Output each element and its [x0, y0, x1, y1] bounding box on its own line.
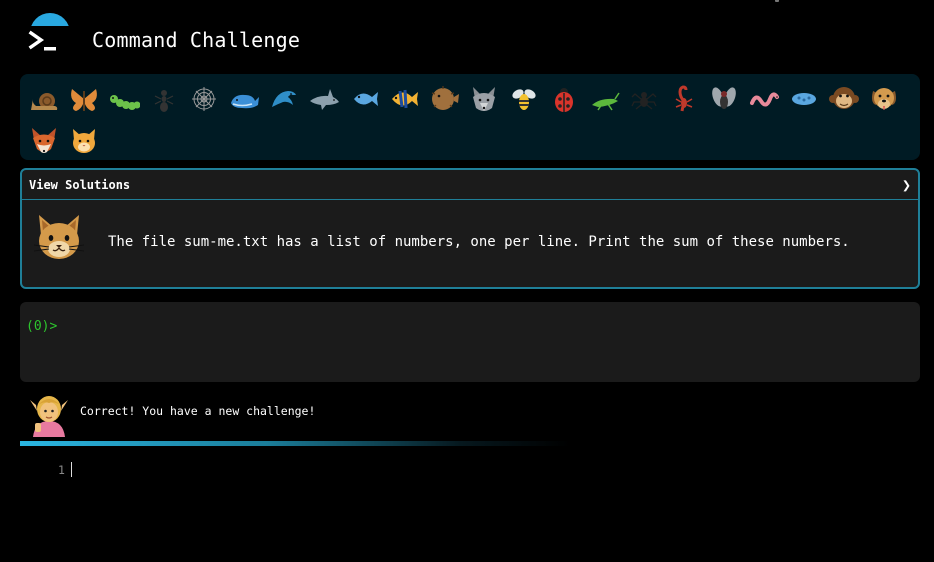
shark-icon[interactable]	[304, 78, 344, 120]
scorpion-icon[interactable]	[664, 78, 704, 120]
cricket-icon[interactable]	[584, 78, 624, 120]
snail-icon[interactable]	[24, 78, 64, 120]
cat-icon	[30, 209, 88, 267]
view-solutions-label: View Solutions	[29, 177, 131, 192]
challenge-description: The file sum-me.txt has a list of number…	[108, 234, 850, 250]
cat-icon[interactable]	[64, 120, 104, 162]
command-challenge-page: Command Challenge View Solutions ❯ The f…	[0, 0, 934, 562]
spider-icon[interactable]	[624, 78, 664, 120]
progress-bar	[20, 441, 570, 446]
fox-icon[interactable]	[24, 120, 64, 162]
dog-icon[interactable]	[864, 78, 904, 120]
chevron-right-icon[interactable]: ❯	[902, 176, 911, 194]
spider-web-icon[interactable]	[184, 78, 224, 120]
terminal-icon	[27, 26, 71, 62]
challenge-card: View Solutions ❯ The file sum-me.txt has…	[20, 168, 920, 289]
wolf-icon[interactable]	[464, 78, 504, 120]
elf-icon	[26, 391, 72, 437]
worm-icon[interactable]	[744, 78, 784, 120]
tropical-fish-icon[interactable]	[384, 78, 424, 120]
whale-icon[interactable]	[224, 78, 264, 120]
terminal-prompt: (0)>	[26, 319, 58, 334]
microbe-icon[interactable]	[784, 78, 824, 120]
feedback-message: Correct! You have a new challenge!	[80, 404, 316, 418]
page-title: Command Challenge	[92, 28, 301, 52]
animal-selector-bar	[20, 74, 920, 160]
fly-icon[interactable]	[704, 78, 744, 120]
terminal-input[interactable]: (0)>	[20, 302, 920, 382]
bee-icon[interactable]	[504, 78, 544, 120]
ladybug-icon[interactable]	[544, 78, 584, 120]
butterfly-icon[interactable]	[64, 78, 104, 120]
dolphin-icon[interactable]	[264, 78, 304, 120]
editor-line-number: 1	[58, 463, 65, 477]
view-solutions-toggle[interactable]: View Solutions ❯	[22, 170, 918, 200]
fish-icon[interactable]	[344, 78, 384, 120]
challenge-body: The file sum-me.txt has a list of number…	[22, 200, 918, 287]
editor-cursor[interactable]	[71, 462, 72, 477]
monkey-icon[interactable]	[824, 78, 864, 120]
blowfish-icon[interactable]	[424, 78, 464, 120]
top-indicator	[775, 0, 779, 2]
ant-icon[interactable]	[144, 78, 184, 120]
caterpillar-icon[interactable]	[104, 78, 144, 120]
